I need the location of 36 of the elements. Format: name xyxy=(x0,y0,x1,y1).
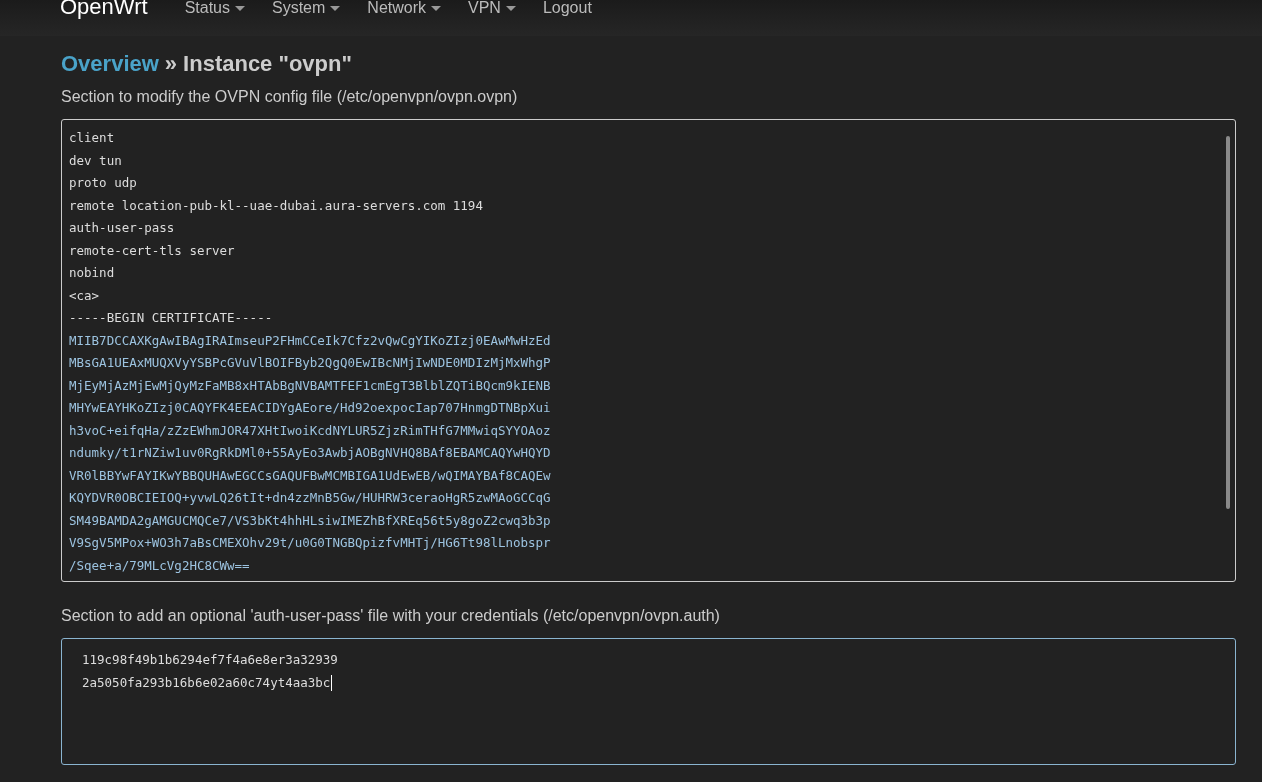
code-line: dev tun xyxy=(69,151,123,170)
code-line: auth-user-pass xyxy=(69,219,176,237)
code-line: <ca> xyxy=(69,286,101,305)
text-cursor xyxy=(331,675,333,691)
code-line: MjEyMjAzMjEwMjQyMzFaMB8xHTAbBgNVBAMTFEF1cmEgT3BlblZQTiBQcm9kIENB xyxy=(69,376,552,395)
text-area[interactable] xyxy=(61,119,1236,582)
code-line: MHYwEAYHKoZIzj0CAQYFK4EEACIDYgAEore/Hd92oexpocIap707HnmgDTNBpXui xyxy=(69,399,552,417)
section-description: Section to add an optional 'auth-user-pass' file with your credentials (/etc/openvpn/ovpn.auth) xyxy=(61,606,721,626)
code-line: remote-cert-tls server xyxy=(69,241,236,260)
code-line: nobind xyxy=(69,264,116,282)
code-line: /Sqee+a/79MLcVg2HC8CWw== xyxy=(69,556,251,575)
code-line: SM49BAMDA2gAMGUCMQCe7/VS3bKt4hhHLsiwIMEZhBfXREq56t5y8goZ2cwq3b3p xyxy=(69,511,552,530)
code-line: VR0lBBYwFAYIKwYBBQUHAwEGCCsGAQUFBwMCMBIGA1UdEwEB/wQIMAYBAf8CAQEw xyxy=(69,466,552,485)
code-line: proto udp xyxy=(69,174,138,192)
code-line: ndumky/t1rNZiw1uv0RgRkDMl0+55AyEo3AwbjAOBgNVHQ8BAf8EBAMCAQYwHQYD xyxy=(69,444,552,462)
code-line: MBsGA1UEAxMUQXVyYSBPcGVuVlBOIFByb2QgQ0EwIBcNMjIwNDE0MDIzMjMxWhgP xyxy=(69,354,552,372)
code-line: remote location-pub-kl--uae-dubai.aura-servers.com 1194 xyxy=(69,196,484,215)
nav-menu-item[interactable]: System xyxy=(272,0,341,17)
code-line: MIIB7DCCAXKgAwIBAgIRAImseuP2FHmCCeIk7Cfz2vQwCgYIKoZIzj0EAwMwHzEd xyxy=(69,331,552,350)
nav-menu-item[interactable]: VPN xyxy=(468,0,516,17)
code-line: 119c98f49b1b6294ef7f4a6e8er3a32939 xyxy=(82,651,339,669)
code-line: KQYDVR0OBCIEIOQ+yvwLQ26tIt+dn4zzMnB5Gw/HUHRW3ceraoHgR5zwMAoGCCqG xyxy=(69,489,552,507)
breadcrumb-separator: » xyxy=(164,50,178,78)
code-line: 2a5050fa293b16b6e02a60c74yt4aa3bc xyxy=(82,673,334,693)
code-line: V9SgV5MPox+WO3h7aBsCMEXOhv29t/u0G0TNGBQpizfvMHTj/HG6Tt98lLnobspr xyxy=(69,534,552,552)
section-description: Section to modify the OVPN config file (/etc/openvpn/ovpn.ovpn) xyxy=(61,87,519,107)
page-title: Instance "ovpn" xyxy=(183,50,352,78)
nav-menu-item[interactable]: Status xyxy=(184,0,245,17)
code-line: -----BEGIN CERTIFICATE----- xyxy=(69,309,274,327)
nav-menu-item[interactable]: Logout xyxy=(542,0,592,17)
scrollbar-thumb[interactable] xyxy=(1226,136,1230,509)
text-area[interactable]: 119c98f49b1b6294ef7f4a6e8er3a32939 2a5050fa293b16b6e02a60c74yt4aa3bc xyxy=(61,638,1236,765)
code-line: client xyxy=(69,129,116,147)
overview-link[interactable]: Overview xyxy=(61,50,159,78)
nav-menu-item[interactable]: Network xyxy=(367,0,441,17)
code-line: h3voC+eifqHa/zZzEWhmJOR47XHtIwoiKcdNYLUR5ZjzRimTHfG7MMwiqSYYOAoz xyxy=(69,421,552,440)
